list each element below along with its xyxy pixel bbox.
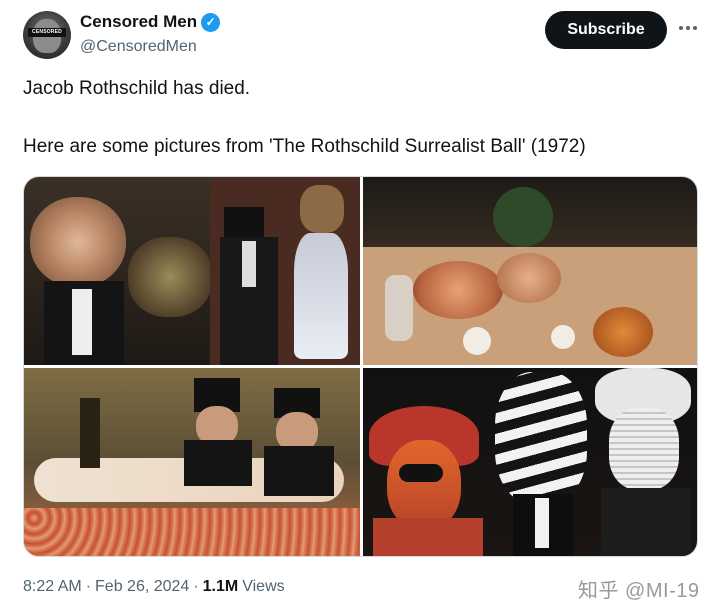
watermark: 知乎 @MI-19: [578, 580, 700, 602]
author-name-row[interactable]: Censored Men ✓: [80, 12, 221, 32]
author-name[interactable]: Censored Men: [80, 12, 197, 32]
meta-separator: ·: [85, 578, 92, 595]
tweet-text-line1: Jacob Rothschild has died.: [23, 78, 251, 99]
photo-1[interactable]: [24, 177, 360, 365]
tweet-time[interactable]: 8:22 AM: [23, 578, 82, 596]
photo-4[interactable]: [363, 368, 697, 556]
author-handle[interactable]: @CensoredMen: [80, 38, 197, 56]
more-options-icon[interactable]: [676, 18, 700, 38]
avatar-censored-bar: CENSORED: [28, 28, 66, 37]
views-label[interactable]: Views: [242, 578, 284, 596]
tweet-date[interactable]: Feb 26, 2024: [95, 578, 189, 596]
views-count[interactable]: 1.1M: [203, 578, 239, 596]
tweet-text-line2: Here are some pictures from 'The Rothsch…: [23, 136, 586, 157]
media-grid: [23, 176, 698, 557]
subscribe-button[interactable]: Subscribe: [545, 11, 667, 49]
avatar[interactable]: CENSORED: [23, 11, 71, 59]
tweet-meta: 8:22 AM · Feb 26, 2024 · 1.1M Views: [23, 578, 285, 596]
photo-2[interactable]: [363, 177, 697, 365]
meta-separator: ·: [193, 578, 199, 595]
photo-3[interactable]: [24, 368, 360, 556]
verified-check-icon: ✓: [201, 12, 221, 32]
